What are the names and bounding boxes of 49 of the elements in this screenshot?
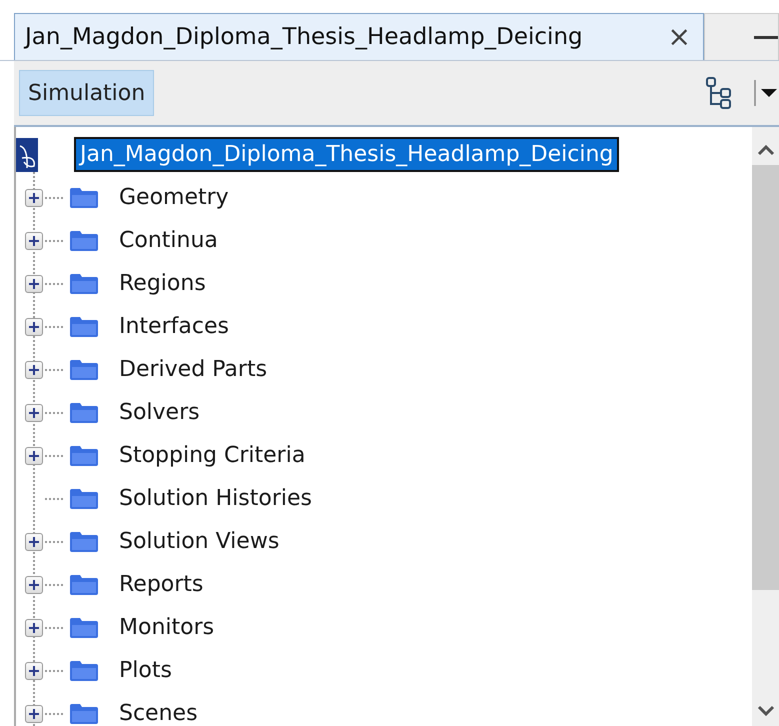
expand-toggle[interactable] xyxy=(25,446,43,464)
folder-icon xyxy=(69,616,99,638)
tree-item-label[interactable]: Geometry xyxy=(119,185,229,210)
tree-item-label[interactable]: Scenes xyxy=(119,701,198,726)
expand-toggle[interactable] xyxy=(25,704,43,722)
folder-icon xyxy=(69,530,99,552)
expand-toggle[interactable] xyxy=(25,188,43,206)
expand-toggle[interactable] xyxy=(25,318,43,336)
tree-item-label[interactable]: Interfaces xyxy=(119,314,229,339)
tree-item-label[interactable]: Continua xyxy=(119,228,218,253)
expand-toggle[interactable] xyxy=(25,232,43,250)
expand-toggle[interactable] xyxy=(25,404,43,422)
tree-item-label[interactable]: Stopping Criteria xyxy=(119,443,306,468)
folder-icon xyxy=(69,574,99,596)
expand-toggle[interactable] xyxy=(25,662,43,680)
folder-icon xyxy=(69,702,99,724)
folder-icon xyxy=(69,316,99,338)
close-button[interactable]: × xyxy=(668,23,691,51)
scroll-up-icon[interactable] xyxy=(756,143,774,157)
folder-icon xyxy=(69,230,99,252)
folder-icon xyxy=(69,186,99,208)
expand-toggle[interactable] xyxy=(25,360,43,378)
tree-item-label[interactable]: Derived Parts xyxy=(119,357,268,382)
tab-title: Jan_Magdon_Diploma_Thesis_Headlamp_Deicing xyxy=(25,24,583,50)
tree-view-icon[interactable] xyxy=(705,76,733,110)
tree-item-label[interactable]: Solution Views xyxy=(119,529,280,554)
tree-root-label[interactable]: Jan_Magdon_Diploma_Thesis_Headlamp_Deicing xyxy=(74,137,620,172)
expand-toggle[interactable] xyxy=(25,532,43,550)
folder-icon xyxy=(69,488,99,510)
simulation-logo-icon xyxy=(16,138,38,172)
simulation-tab[interactable]: Simulation xyxy=(19,70,154,116)
scrollbar-thumb[interactable] xyxy=(752,165,779,590)
tree-item-label[interactable]: Solution Histories xyxy=(119,486,312,511)
minimize-button[interactable] xyxy=(704,13,779,60)
folder-icon xyxy=(69,660,99,682)
tree-item-label[interactable]: Solvers xyxy=(119,400,200,425)
scroll-down-icon[interactable] xyxy=(756,704,774,718)
expand-toggle[interactable] xyxy=(25,618,43,636)
folder-icon xyxy=(69,358,99,380)
folder-icon xyxy=(69,444,99,466)
document-tab[interactable]: Jan_Magdon_Diploma_Thesis_Headlamp_Deicing × xyxy=(14,13,704,60)
folder-icon xyxy=(69,272,99,294)
expand-toggle[interactable] xyxy=(25,576,43,594)
expand-toggle[interactable] xyxy=(25,274,43,292)
tree-item-label[interactable]: Regions xyxy=(119,271,206,296)
tree-item-label[interactable]: Plots xyxy=(119,658,172,683)
tree-item-label[interactable]: Reports xyxy=(119,572,204,597)
tree-item-label[interactable]: Monitors xyxy=(119,615,214,640)
folder-icon xyxy=(69,402,99,424)
